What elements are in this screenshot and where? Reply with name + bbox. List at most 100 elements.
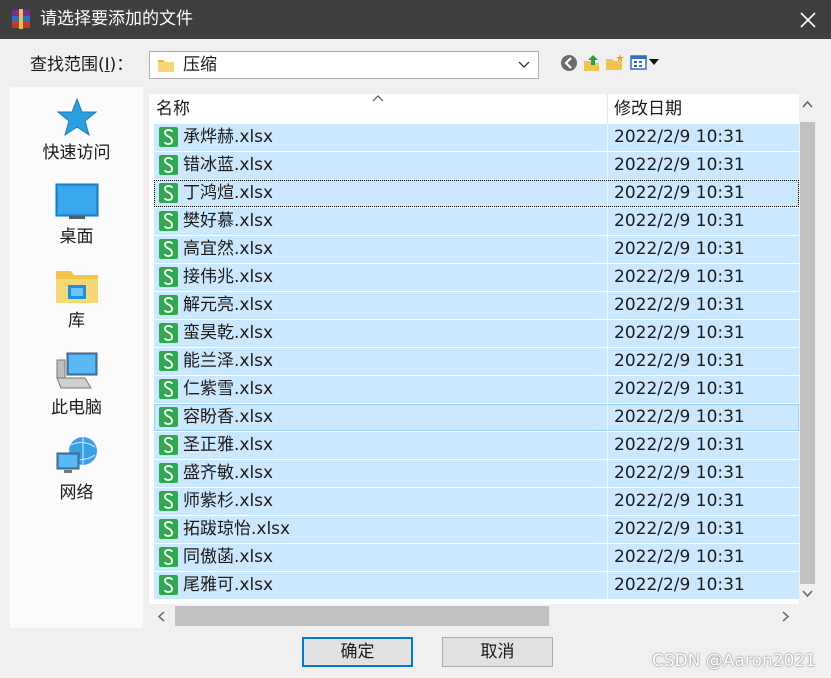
xlsx-file-icon [159, 127, 178, 147]
file-date: 2022/2/9 10:31 [614, 491, 745, 511]
scroll-down-icon[interactable] [802, 590, 813, 598]
file-row[interactable]: 解元亮.xlsx 2022/2/9 10:31 [154, 292, 799, 319]
xlsx-file-icon [159, 575, 178, 595]
column-divider[interactable] [607, 94, 608, 124]
scroll-right-icon[interactable] [782, 611, 790, 622]
desktop-icon [55, 183, 98, 219]
xlsx-file-icon [159, 351, 178, 371]
file-name: 尾雅可.xlsx [183, 575, 274, 595]
file-date: 2022/2/9 10:31 [614, 239, 745, 259]
file-name: 能兰泽.xlsx [183, 351, 274, 371]
vertical-scroll-thumb[interactable] [800, 122, 815, 584]
file-list[interactable]: 名称 修改日期 承烨赫.xlsx 2022/2/9 10:31 错冰蓝.xlsx… [149, 94, 799, 604]
up-folder-button[interactable] [582, 53, 602, 73]
scroll-up-icon[interactable] [802, 100, 813, 108]
column-divider [607, 320, 608, 347]
scrollbar-corner [799, 604, 816, 628]
file-row[interactable]: 尾雅可.xlsx 2022/2/9 10:31 [154, 572, 799, 599]
sort-ascending-icon [372, 95, 384, 102]
xlsx-file-icon [159, 407, 178, 427]
title-bar: 请选择要添加的文件 [0, 0, 831, 39]
winrar-app-icon [12, 9, 30, 29]
place-desktop[interactable]: 桌面 [10, 183, 143, 247]
column-divider [607, 572, 608, 599]
file-date: 2022/2/9 10:31 [614, 519, 745, 539]
file-name: 仁紫雪.xlsx [183, 379, 274, 399]
file-date: 2022/2/9 10:31 [614, 155, 745, 175]
back-icon [561, 55, 577, 71]
file-date: 2022/2/9 10:31 [614, 211, 745, 231]
look-in-dropdown[interactable]: 压缩 [149, 51, 539, 79]
place-label: 桌面 [59, 227, 94, 247]
place-quick-access[interactable]: 快速访问 [10, 97, 143, 163]
column-divider [607, 236, 608, 263]
file-date: 2022/2/9 10:31 [614, 267, 745, 287]
places-bar: 快速访问 桌面 库 此电脑 网络 [10, 87, 143, 628]
file-row[interactable]: 圣正雅.xlsx 2022/2/9 10:31 [154, 432, 799, 459]
file-row[interactable]: 承烨赫.xlsx 2022/2/9 10:31 [154, 124, 799, 151]
place-libraries[interactable]: 库 [10, 267, 143, 331]
look-in-value: 压缩 [183, 55, 217, 75]
vertical-scrollbar[interactable] [799, 94, 816, 604]
file-row[interactable]: 能兰泽.xlsx 2022/2/9 10:31 [154, 348, 799, 375]
new-folder-icon [606, 54, 624, 70]
close-icon [800, 11, 816, 28]
file-name: 师紫杉.xlsx [183, 491, 274, 511]
file-date: 2022/2/9 10:31 [614, 183, 745, 203]
file-row[interactable]: 盛齐敏.xlsx 2022/2/9 10:31 [154, 460, 799, 487]
place-this-pc[interactable]: 此电脑 [10, 352, 143, 418]
xlsx-file-icon [159, 211, 178, 231]
column-divider [607, 264, 608, 291]
file-name: 盛齐敏.xlsx [183, 463, 274, 483]
file-date: 2022/2/9 10:31 [614, 379, 745, 399]
chevron-down-icon [518, 61, 530, 68]
file-row[interactable]: 同傲菡.xlsx 2022/2/9 10:31 [154, 544, 799, 571]
xlsx-file-icon [159, 463, 178, 483]
watermark: CSDN @Aaron2021 [652, 651, 816, 671]
column-divider [607, 180, 608, 207]
column-divider [607, 460, 608, 487]
file-row[interactable]: 师紫杉.xlsx 2022/2/9 10:31 [154, 488, 799, 515]
column-divider [607, 376, 608, 403]
column-header-date[interactable]: 修改日期 [614, 98, 682, 120]
file-row[interactable]: 拓跋琼怡.xlsx 2022/2/9 10:31 [154, 516, 799, 543]
file-row[interactable]: 蛮昊乾.xlsx 2022/2/9 10:31 [154, 320, 799, 347]
column-header-name[interactable]: 名称 [156, 98, 190, 120]
file-row[interactable]: 仁紫雪.xlsx 2022/2/9 10:31 [154, 376, 799, 403]
cancel-button[interactable]: 取消 [442, 637, 553, 667]
file-date: 2022/2/9 10:31 [614, 295, 745, 315]
new-folder-button[interactable] [605, 53, 625, 73]
horizontal-scroll-thumb[interactable] [175, 606, 549, 626]
ok-button[interactable]: 确定 [302, 637, 413, 667]
file-row[interactable]: 错冰蓝.xlsx 2022/2/9 10:31 [154, 152, 799, 179]
file-name: 同傲菡.xlsx [183, 547, 274, 567]
file-name: 承烨赫.xlsx [183, 127, 274, 147]
xlsx-file-icon [159, 491, 178, 511]
file-name: 接伟兆.xlsx [183, 267, 274, 287]
file-name: 拓跋琼怡.xlsx [183, 519, 291, 539]
xlsx-file-icon [159, 295, 178, 315]
close-button[interactable] [785, 0, 831, 39]
file-date: 2022/2/9 10:31 [614, 351, 745, 371]
star-icon [56, 97, 97, 137]
column-divider [607, 516, 608, 543]
scroll-left-icon[interactable] [157, 611, 165, 622]
xlsx-file-icon [159, 379, 178, 399]
file-row[interactable]: 丁鸿煊.xlsx 2022/2/9 10:31 [154, 180, 799, 207]
horizontal-scrollbar[interactable] [149, 604, 799, 628]
view-menu-button[interactable] [630, 53, 662, 73]
column-divider [607, 292, 608, 319]
file-row[interactable]: 高宜然.xlsx 2022/2/9 10:31 [154, 236, 799, 263]
up-folder-icon [584, 55, 599, 71]
place-label: 网络 [59, 483, 94, 503]
view-menu-icon [630, 55, 659, 70]
file-name: 圣正雅.xlsx [183, 435, 274, 455]
place-network[interactable]: 网络 [10, 435, 143, 503]
file-name: 蛮昊乾.xlsx [183, 323, 274, 343]
file-row[interactable]: 樊好慕.xlsx 2022/2/9 10:31 [154, 208, 799, 235]
look-in-label-prefix: 查找范围( [30, 55, 105, 75]
back-button[interactable] [559, 53, 579, 73]
file-row[interactable]: 接伟兆.xlsx 2022/2/9 10:31 [154, 264, 799, 291]
column-divider [607, 404, 608, 431]
file-row[interactable]: 容盼香.xlsx 2022/2/9 10:31 [154, 404, 799, 431]
